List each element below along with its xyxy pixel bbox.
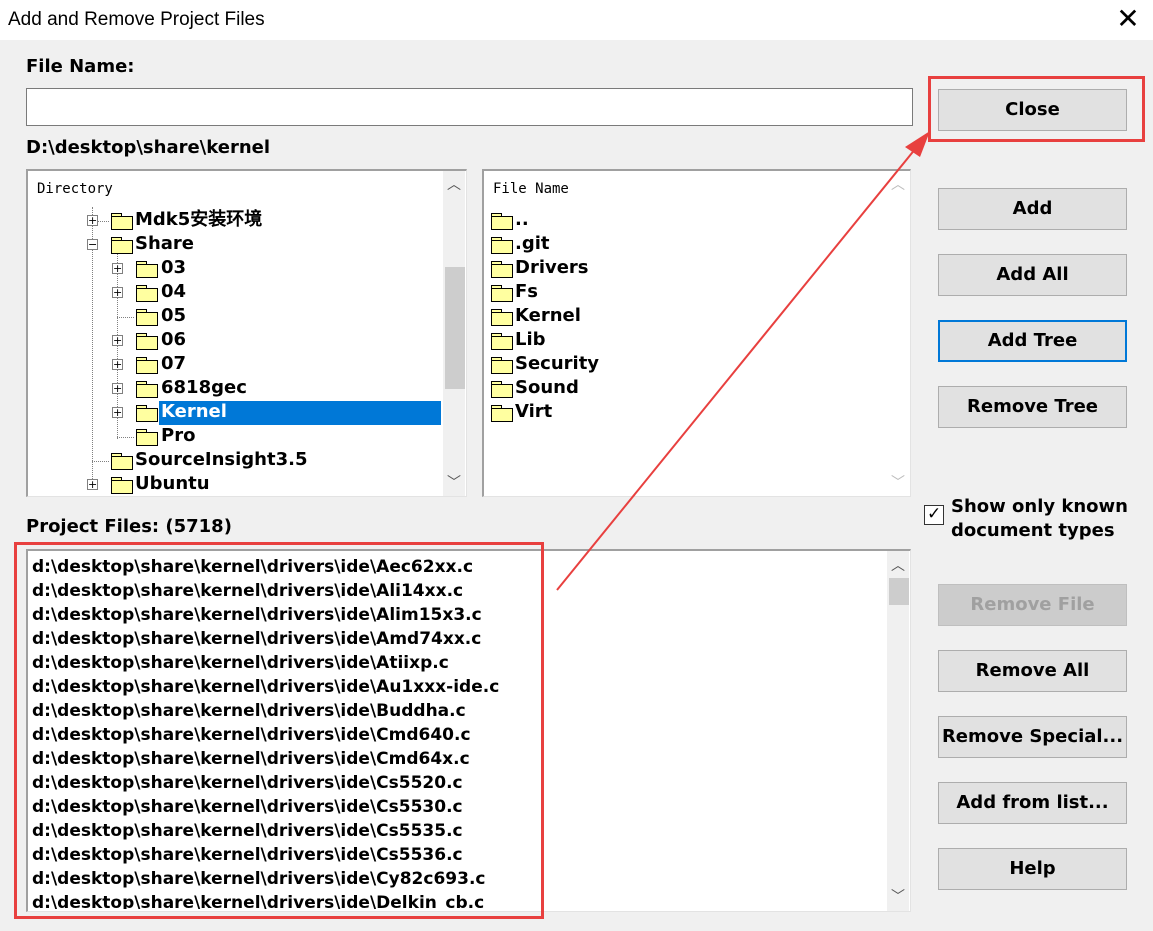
annotation-arrow [556,131,930,591]
